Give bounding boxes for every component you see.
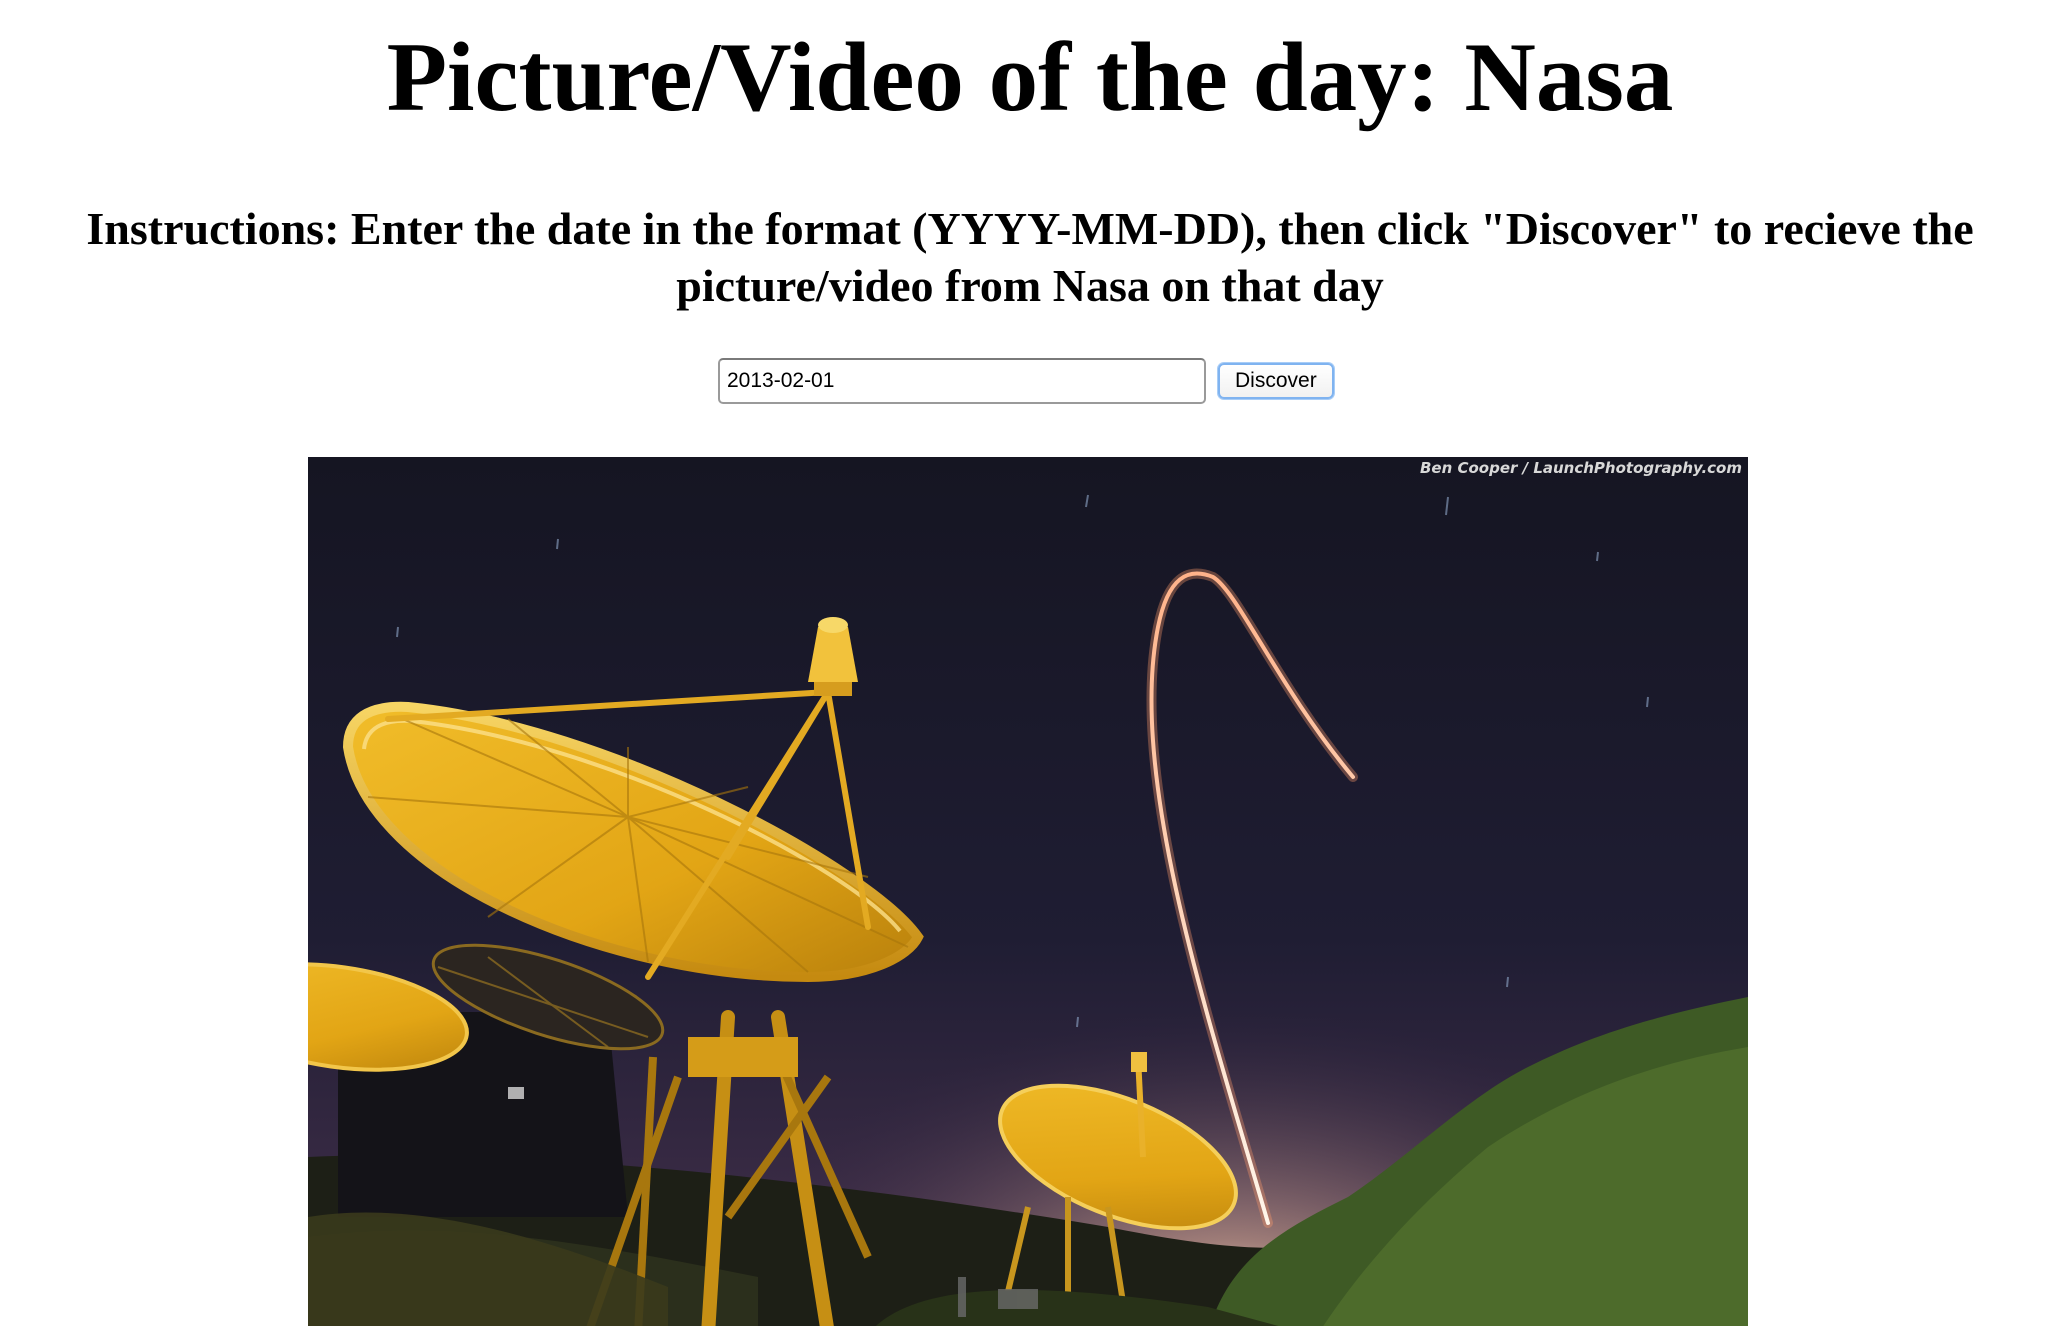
date-input[interactable] (718, 358, 1206, 404)
date-search-form: Discover (718, 355, 1334, 407)
instructions-text: Instructions: Enter the date in the form… (86, 203, 1974, 311)
launch-photo-illustration (308, 457, 1748, 1326)
discover-button[interactable]: Discover (1218, 363, 1334, 399)
photo-credit: Ben Cooper / LaunchPhotography.com (1419, 459, 1742, 477)
apod-image: Ben Cooper / LaunchPhotography.com (308, 457, 1748, 1326)
page-title: Picture/Video of the day: Nasa (386, 23, 1674, 132)
